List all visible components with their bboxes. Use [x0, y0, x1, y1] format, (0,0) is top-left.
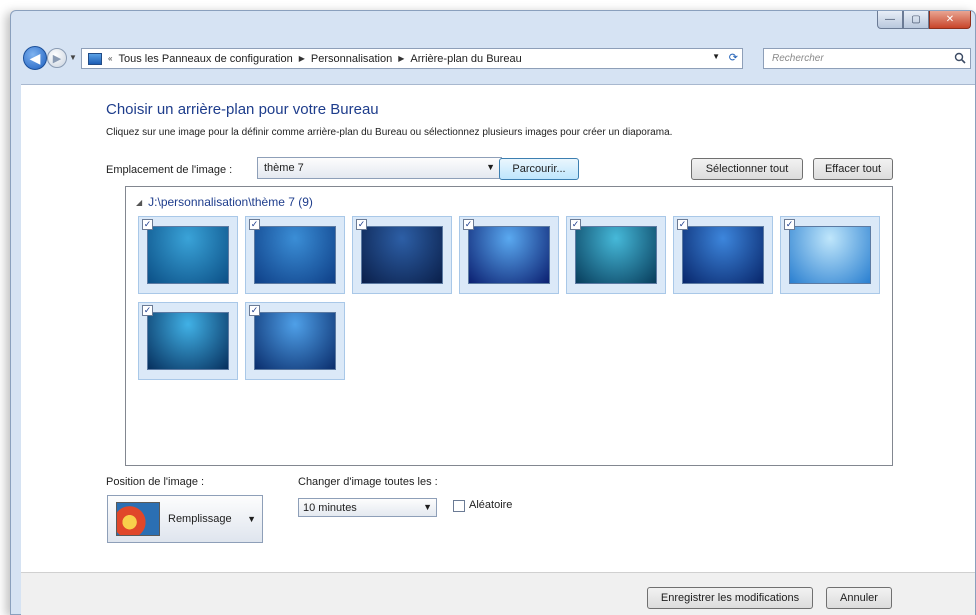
forward-arrow-icon[interactable]: ▶ — [47, 48, 67, 68]
wallpaper-image — [147, 226, 229, 284]
position-dropdown[interactable]: Remplissage ▼ — [107, 495, 263, 543]
image-gallery[interactable]: ◢ J:\personnalisation\thème 7 (9) ✓ ✓ ✓ ✓ ✓ ✓… — [125, 186, 893, 466]
chevron-right-icon[interactable]: ▶ — [398, 54, 404, 63]
select-all-button[interactable]: Sélectionner tout — [691, 158, 803, 180]
minimize-button[interactable]: — — [877, 11, 903, 29]
wallpaper-thumbnail[interactable]: ✓ — [352, 216, 452, 294]
position-label: Position de l'image : — [106, 476, 205, 488]
chevron-right-icon: « — [108, 54, 113, 63]
wallpaper-image — [682, 226, 764, 284]
search-icon[interactable] — [954, 52, 966, 64]
cancel-button[interactable]: Annuler — [826, 587, 892, 609]
refresh-icon[interactable]: ⟳ — [729, 51, 738, 64]
wallpaper-image — [254, 226, 336, 284]
close-button[interactable]: ✕ — [929, 11, 971, 29]
position-preview-image — [116, 502, 160, 536]
interval-value: 10 minutes — [303, 501, 357, 514]
chevron-right-icon[interactable]: ▶ — [299, 54, 305, 63]
position-value: Remplissage — [168, 513, 232, 525]
control-panel-icon — [88, 52, 102, 65]
wallpaper-image — [147, 312, 229, 370]
wallpaper-thumbnail[interactable]: ✓ — [780, 216, 880, 294]
location-value: thème 7 — [264, 162, 304, 174]
search-placeholder: Rechercher — [772, 53, 824, 64]
collapse-triangle-icon[interactable]: ◢ — [136, 198, 142, 207]
thumbnail-checkbox[interactable]: ✓ — [463, 219, 474, 230]
wallpaper-thumbnail[interactable]: ✓ — [673, 216, 773, 294]
chevron-down-icon: ▼ — [486, 162, 495, 172]
chevron-down-icon: ▼ — [423, 502, 432, 512]
wallpaper-thumbnail[interactable]: ✓ — [459, 216, 559, 294]
wallpaper-thumbnail[interactable]: ✓ — [566, 216, 666, 294]
thumbnail-checkbox[interactable]: ✓ — [356, 219, 367, 230]
address-bar[interactable]: « Tous les Panneaux de configuration ▶ P… — [81, 48, 743, 69]
browse-button[interactable]: Parcourir... — [499, 158, 579, 180]
main-content: Choisir un arrière-plan pour votre Burea… — [21, 84, 975, 572]
wallpaper-thumbnail[interactable]: ✓ — [138, 216, 238, 294]
shuffle-checkbox[interactable] — [453, 500, 465, 512]
recent-pages-dropdown-icon[interactable]: ▼ — [69, 53, 77, 62]
page-title: Choisir un arrière-plan pour votre Burea… — [106, 101, 379, 118]
folder-path: J:\personnalisation\thème 7 (9) — [148, 195, 313, 209]
wallpaper-image — [468, 226, 550, 284]
wallpaper-image — [254, 312, 336, 370]
chevron-down-icon: ▼ — [247, 514, 256, 524]
thumbnail-checkbox[interactable]: ✓ — [677, 219, 688, 230]
wallpaper-thumbnail[interactable]: ✓ — [245, 302, 345, 380]
wallpaper-image — [361, 226, 443, 284]
search-input[interactable]: Rechercher — [763, 48, 971, 69]
folder-group-header[interactable]: ◢ J:\personnalisation\thème 7 (9) — [136, 195, 313, 209]
breadcrumb-control-panel[interactable]: Tous les Panneaux de configuration — [118, 53, 292, 65]
navigation-bar: ◀ ▶ ▼ « Tous les Panneaux de configurati… — [11, 43, 975, 73]
interval-label: Changer d'image toutes les : — [298, 476, 438, 488]
wallpaper-image — [789, 226, 871, 284]
maximize-button[interactable]: ▢ — [903, 11, 929, 29]
location-dropdown[interactable]: thème 7 ▼ — [257, 157, 502, 179]
breadcrumb-personalization[interactable]: Personnalisation — [311, 53, 392, 65]
thumbnail-checkbox[interactable]: ✓ — [249, 219, 260, 230]
thumbnail-checkbox[interactable]: ✓ — [249, 305, 260, 316]
thumbnail-checkbox[interactable]: ✓ — [142, 219, 153, 230]
wallpaper-thumbnail[interactable]: ✓ — [138, 302, 238, 380]
wallpaper-thumbnail[interactable]: ✓ — [245, 216, 345, 294]
shuffle-label[interactable]: Aléatoire — [469, 499, 512, 511]
save-changes-button[interactable]: Enregistrer les modifications — [647, 587, 813, 609]
thumbnail-checkbox[interactable]: ✓ — [784, 219, 795, 230]
address-dropdown-icon[interactable]: ▼ — [712, 52, 720, 61]
clear-all-button[interactable]: Effacer tout — [813, 158, 893, 180]
footer-bar: Enregistrer les modifications Annuler — [21, 572, 975, 615]
page-description: Cliquez sur une image pour la définir co… — [106, 127, 673, 138]
thumbnail-grid: ✓ ✓ ✓ ✓ ✓ ✓ ✓ ✓ ✓ — [138, 216, 888, 380]
back-arrow-icon[interactable]: ◀ — [23, 46, 47, 70]
thumbnail-checkbox[interactable]: ✓ — [142, 305, 153, 316]
caption-buttons: — ▢ ✕ — [877, 11, 971, 29]
location-label: Emplacement de l'image : — [106, 164, 233, 176]
thumbnail-checkbox[interactable]: ✓ — [570, 219, 581, 230]
wallpaper-image — [575, 226, 657, 284]
interval-dropdown[interactable]: 10 minutes ▼ — [298, 498, 437, 517]
window-frame: — ▢ ✕ ◀ ▶ ▼ « Tous les Panneaux de confi… — [10, 10, 976, 615]
breadcrumb-desktop-background[interactable]: Arrière-plan du Bureau — [410, 53, 521, 65]
